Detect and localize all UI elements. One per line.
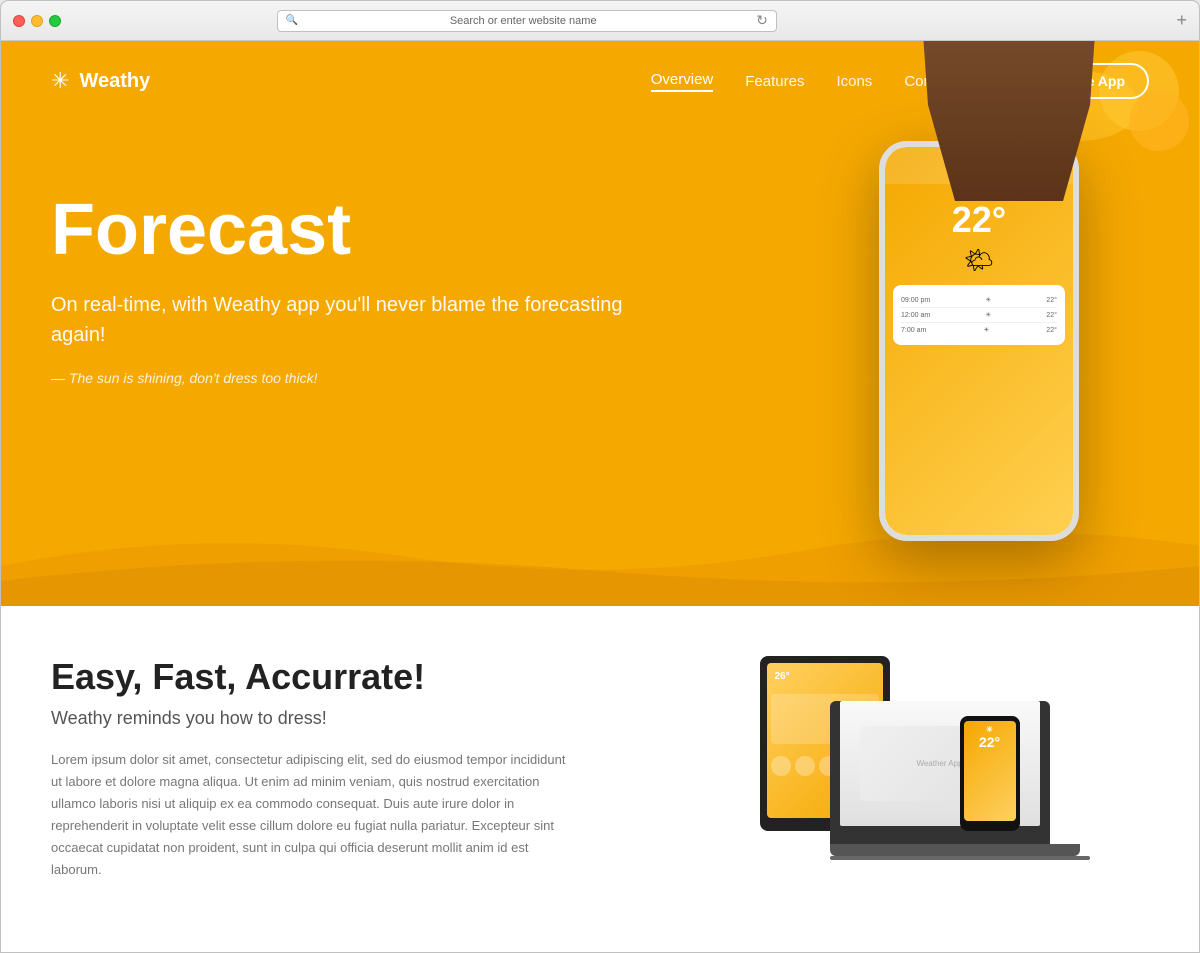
address-bar-text: Search or enter website name: [304, 15, 742, 27]
browser-toolbar: 🔍 Search or enter website name ↻ +: [1, 1, 1199, 41]
time-label: 09:00 pm: [901, 297, 930, 304]
traffic-lights: [13, 15, 61, 27]
phone-row-3: 7:00 am ☀ 22°: [901, 323, 1057, 337]
nav-link-icons[interactable]: Icons: [836, 73, 872, 90]
features-subtitle: Weathy reminds you how to dress!: [51, 708, 570, 729]
phone-row-1: 09:00 pm ☀ 22°: [901, 293, 1057, 308]
weather-icon-small: ☀: [985, 311, 991, 319]
features-text-block: Easy, Fast, Accurrate! Weathy reminds yo…: [51, 656, 570, 882]
close-button[interactable]: [13, 15, 25, 27]
reload-icon[interactable]: ↻: [756, 12, 768, 29]
hero-subtitle: On real-time, with Weathy app you'll nev…: [51, 290, 655, 350]
hero-section: ✳ Weathy Overview Features Icons Compati…: [1, 41, 1199, 606]
minimize-button[interactable]: [31, 15, 43, 27]
phone-screen: Weather Sunny 22° 🌤 09:00 pm ☀ 22°: [885, 147, 1073, 535]
hero-title: Forecast: [51, 191, 655, 270]
weather-icon-small: ☀: [983, 326, 989, 334]
time-label: 7:00 am: [901, 327, 926, 334]
temp-value: 22°: [1046, 297, 1057, 304]
features-section: Easy, Fast, Accurrate! Weathy reminds yo…: [1, 606, 1199, 952]
time-label: 12:00 am: [901, 312, 930, 319]
browser-window: 🔍 Search or enter website name ↻ +: [0, 0, 1200, 953]
features-title: Easy, Fast, Accurrate!: [51, 656, 570, 698]
hero-text-block: Forecast On real-time, with Weathy app y…: [51, 161, 655, 386]
logo-icon: ✳: [51, 68, 69, 94]
nav-link-overview[interactable]: Overview: [651, 71, 714, 92]
website-content: ✳ Weathy Overview Features Icons Compati…: [1, 41, 1199, 952]
devices-wrapper: 26°: [750, 656, 1030, 856]
hero-tagline: — The sun is shining, don't dress too th…: [51, 370, 655, 386]
logo[interactable]: ✳ Weathy: [51, 68, 150, 94]
laptop-hinge: [830, 856, 1090, 860]
phone-forecast-list: 09:00 pm ☀ 22° 12:00 am ☀ 22° 7:00 am: [893, 285, 1065, 345]
phone-row-2: 12:00 am ☀ 22°: [901, 308, 1057, 323]
phone-mockup: Weather Sunny 22° 🌤 09:00 pm ☀ 22°: [879, 141, 1079, 541]
nav-link-features[interactable]: Features: [745, 73, 804, 90]
temp-value: 22°: [1046, 327, 1057, 334]
devices-illustration: 26°: [630, 656, 1149, 856]
features-body: Lorem ipsum dolor sit amet, consectetur …: [51, 749, 570, 882]
weather-icon-small: ☀: [985, 296, 991, 304]
address-bar[interactable]: 🔍 Search or enter website name ↻: [277, 10, 777, 32]
phone-weather-icon: 🌤: [885, 246, 1073, 275]
small-phone-mockup: ☀ 22°: [960, 716, 1020, 831]
laptop-base: [830, 844, 1080, 856]
search-icon: 🔍: [286, 15, 298, 26]
small-phone-screen: ☀ 22°: [964, 721, 1016, 821]
maximize-button[interactable]: [49, 15, 61, 27]
logo-text: Weathy: [79, 70, 150, 93]
temp-value: 22°: [1046, 312, 1057, 319]
add-tab-button[interactable]: +: [1176, 10, 1187, 31]
